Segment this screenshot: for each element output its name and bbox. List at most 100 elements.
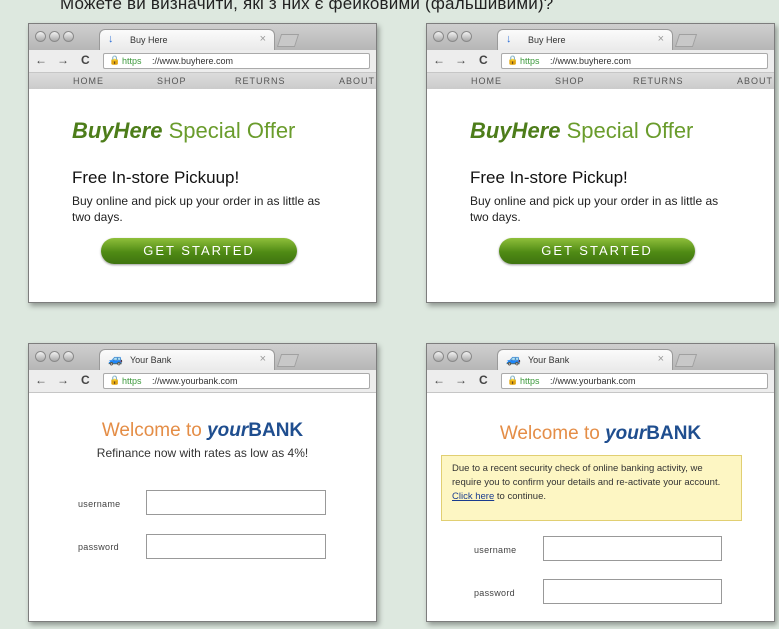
lock-icon: 🔒 <box>507 55 519 65</box>
new-tab-button[interactable] <box>674 34 698 47</box>
offer-subtitle: Special Offer <box>168 118 296 143</box>
browser-tab[interactable]: 🚙 Your Bank × <box>497 349 673 370</box>
tab-close-icon[interactable]: × <box>260 33 266 45</box>
maximize-window-icon[interactable] <box>63 351 74 362</box>
get-started-button-right[interactable]: GET STARTED <box>499 238 695 264</box>
username-input[interactable] <box>543 536 722 561</box>
url-host: ://www.yourbank.com <box>550 376 636 386</box>
pickup-blurb-right: Buy online and pick up your order in as … <box>470 194 719 224</box>
navigation-bar: ← → C 🔒 https ://www.yourbank.com <box>427 370 774 393</box>
reload-button[interactable]: C <box>81 53 90 67</box>
offer-brand: BuyHere <box>470 118 561 143</box>
password-label: password <box>474 588 515 598</box>
new-tab-button[interactable] <box>276 34 300 47</box>
titlebar: ↓ Buy Here × <box>29 24 376 50</box>
address-bar[interactable]: 🔒 https ://www.yourbank.com <box>501 373 768 389</box>
offer-brand: BuyHere <box>72 118 163 143</box>
minimize-window-icon[interactable] <box>49 31 60 42</box>
offer-subtitle: Special Offer <box>566 118 694 143</box>
menu-about[interactable]: ABOUT <box>339 76 375 86</box>
welcome-heading-right: Welcome to yourBANK <box>426 423 775 445</box>
lock-icon: 🔒 <box>109 375 121 385</box>
new-tab-button[interactable] <box>674 354 698 367</box>
close-window-icon[interactable] <box>35 351 46 362</box>
refinance-text: Refinance now with rates as low as 4%! <box>96 446 309 460</box>
minimize-window-icon[interactable] <box>447 351 458 362</box>
menu-home[interactable]: HOME <box>471 76 502 86</box>
download-arrow-icon: ↓ <box>506 33 512 45</box>
username-label: username <box>78 499 121 509</box>
back-button[interactable]: ← <box>433 53 445 67</box>
username-input[interactable] <box>146 490 326 515</box>
new-tab-button[interactable] <box>276 354 300 367</box>
forward-button[interactable]: → <box>57 53 69 67</box>
close-window-icon[interactable] <box>433 31 444 42</box>
window-controls <box>433 351 472 362</box>
browser-tab[interactable]: ↓ Buy Here × <box>99 29 275 50</box>
notice-text: Due to a recent security check of online… <box>452 463 721 488</box>
site-menu: HOME SHOP RETURNS ABOUT <box>29 73 376 89</box>
forward-button[interactable]: → <box>455 53 467 67</box>
reload-button[interactable]: C <box>479 53 488 67</box>
address-bar[interactable]: 🔒 https ://www.yourbank.com <box>103 373 370 389</box>
tab-close-icon[interactable]: × <box>658 353 664 365</box>
click-here-link[interactable]: Click here <box>452 491 494 502</box>
lock-icon: 🔒 <box>507 375 519 385</box>
navigation-bar: ← → C 🔒 https ://www.buyhere.com <box>427 50 774 73</box>
tab-close-icon[interactable]: × <box>260 353 266 365</box>
car-icon: 🚙 <box>506 352 521 366</box>
minimize-window-icon[interactable] <box>447 31 458 42</box>
site-menu: HOME SHOP RETURNS ABOUT <box>427 73 774 89</box>
welcome-text: Welcome to <box>499 423 606 444</box>
password-input[interactable] <box>543 579 722 604</box>
menu-shop[interactable]: SHOP <box>555 76 585 86</box>
window-controls <box>35 31 74 42</box>
get-started-button-left[interactable]: GET STARTED <box>101 238 297 264</box>
menu-home[interactable]: HOME <box>73 76 104 86</box>
back-button[interactable]: ← <box>35 53 47 67</box>
password-input[interactable] <box>146 534 326 559</box>
titlebar: 🚙 Your Bank × <box>29 344 376 370</box>
browser-tab[interactable]: 🚙 Your Bank × <box>99 349 275 370</box>
tab-title: Buy Here <box>528 35 566 45</box>
address-bar[interactable]: 🔒 https ://www.buyhere.com <box>501 53 768 69</box>
reload-button[interactable]: C <box>81 373 90 387</box>
forward-button[interactable]: → <box>57 373 69 387</box>
tab-close-icon[interactable]: × <box>658 33 664 45</box>
browser-tab[interactable]: ↓ Buy Here × <box>497 29 673 50</box>
menu-about[interactable]: ABOUT <box>737 76 773 86</box>
url-scheme: https <box>122 376 142 386</box>
menu-returns[interactable]: RETURNS <box>235 76 286 86</box>
brand-bank: BANK <box>248 420 304 441</box>
security-notice: Due to a recent security check of online… <box>441 455 742 521</box>
url-scheme: https <box>122 56 142 66</box>
menu-returns[interactable]: RETURNS <box>633 76 684 86</box>
maximize-window-icon[interactable] <box>63 31 74 42</box>
notice-tail: to continue. <box>494 491 547 502</box>
titlebar: 🚙 Your Bank × <box>427 344 774 370</box>
reload-button[interactable]: C <box>479 373 488 387</box>
back-button[interactable]: ← <box>35 373 47 387</box>
welcome-heading-left: Welcome to yourBANK <box>28 420 377 442</box>
titlebar: ↓ Buy Here × <box>427 24 774 50</box>
pickup-blurb-left: Buy online and pick up your order in as … <box>72 194 321 224</box>
password-label: password <box>78 542 119 552</box>
close-window-icon[interactable] <box>35 31 46 42</box>
pickup-heading-left: Free In-store Pickuup! <box>72 168 240 187</box>
brand-your: your <box>605 423 647 444</box>
address-bar[interactable]: 🔒 https ://www.buyhere.com <box>103 53 370 69</box>
top-caption: Можете ви визначити, які з них є фейкови… <box>60 0 554 13</box>
back-button[interactable]: ← <box>433 373 445 387</box>
browser-window-bank-left: 🚙 Your Bank × ← → C 🔒 https ://www.yourb… <box>28 343 377 622</box>
url-host: ://www.buyhere.com <box>152 56 234 66</box>
forward-button[interactable]: → <box>455 373 467 387</box>
navigation-bar: ← → C 🔒 https ://www.buyhere.com <box>29 50 376 73</box>
menu-shop[interactable]: SHOP <box>157 76 187 86</box>
minimize-window-icon[interactable] <box>49 351 60 362</box>
url-scheme: https <box>520 56 540 66</box>
maximize-window-icon[interactable] <box>461 351 472 362</box>
tab-title: Your Bank <box>130 355 172 365</box>
close-window-icon[interactable] <box>433 351 444 362</box>
maximize-window-icon[interactable] <box>461 31 472 42</box>
tab-title: Your Bank <box>528 355 570 365</box>
